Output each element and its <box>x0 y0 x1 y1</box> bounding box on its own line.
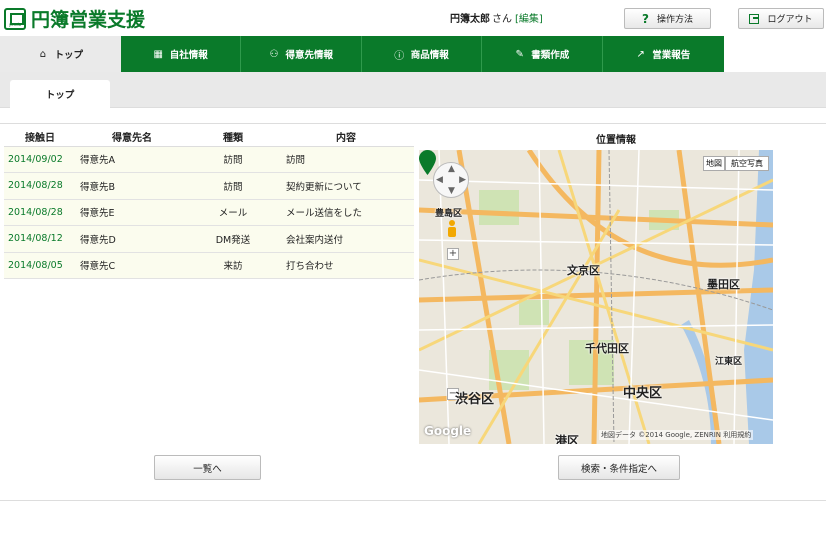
edit-profile-link[interactable]: [編集] <box>515 14 543 25</box>
contact-kind: DM発送 <box>188 225 278 253</box>
nav-item-reports[interactable]: ↗ 営業報告 <box>603 36 724 72</box>
nav-item-company[interactable]: ▦ 自社情報 <box>121 36 241 72</box>
client-name: 得意先E <box>76 199 188 226</box>
map-label-minato: 港区 <box>555 434 580 444</box>
chart-icon: ↗ <box>636 48 645 60</box>
contact-date-link[interactable]: 2014/09/02 <box>4 146 76 173</box>
divider <box>0 500 826 501</box>
contact-date-link[interactable]: 2014/08/28 <box>4 199 76 226</box>
contact-kind: 訪問 <box>188 172 278 200</box>
column-header-date: 接触日 <box>4 128 76 147</box>
tab-bar: トップ <box>0 72 826 108</box>
google-logo: Google <box>424 424 472 438</box>
nav-item-label: トップ <box>54 50 83 61</box>
column-header-content: 内容 <box>278 128 414 147</box>
map-label-chiyoda: 千代田区 <box>585 342 629 355</box>
logout-icon <box>749 13 760 24</box>
list-button[interactable]: 一覧へ <box>154 455 261 480</box>
client-name: 得意先B <box>76 172 188 200</box>
nav-item-products[interactable]: ⓘ 商品情報 <box>362 36 482 72</box>
table-row[interactable]: 2014/08/28 得意先E メール メール送信をした <box>4 199 414 226</box>
client-name: 得意先C <box>76 252 188 279</box>
building-icon: ▦ <box>153 48 163 60</box>
column-header-client: 得意先名 <box>76 128 188 147</box>
main-nav: ⌂ トップ ▦ 自社情報 ⚇ 得意先情報 ⓘ 商品情報 ✎ 書類作成 ↗ 営業報… <box>0 36 724 72</box>
help-button[interactable]: ? 操作方法 <box>624 8 711 29</box>
street-view-pegman-icon[interactable] <box>446 220 458 238</box>
logout-button[interactable]: ログアウト <box>738 8 824 29</box>
pan-left-icon: ◀ <box>436 175 443 185</box>
contact-kind: 訪問 <box>188 146 278 173</box>
search-conditions-button[interactable]: 検索・条件指定へ <box>558 455 680 480</box>
location-title: 位置情報 <box>596 135 636 146</box>
user-info: 円簿太郎 さん [編集] <box>450 10 543 25</box>
nav-item-label: 商品情報 <box>410 50 449 61</box>
contact-date-link[interactable]: 2014/08/28 <box>4 172 76 200</box>
client-name: 得意先D <box>76 225 188 253</box>
nav-item-clients[interactable]: ⚇ 得意先情報 <box>241 36 362 72</box>
map-type-satellite-button[interactable]: 航空写真 <box>725 156 769 171</box>
user-name: 円簿太郎 <box>450 14 490 25</box>
map-label-shibuya: 渋谷区 <box>455 392 495 407</box>
map-label-koto: 江東区 <box>715 357 743 367</box>
zoom-in-button[interactable]: + <box>447 248 459 260</box>
pan-right-icon: ▶ <box>459 175 466 185</box>
map-type-map-button[interactable]: 地図 <box>703 156 725 171</box>
location-marker-icon[interactable] <box>419 150 436 175</box>
app-header: yendo 円簿営業支援 円簿太郎 さん [編集] ? 操作方法 ログアウト <box>0 0 826 36</box>
column-header-kind: 種類 <box>188 128 278 147</box>
help-button-label: 操作方法 <box>656 15 693 25</box>
nav-item-label: 得意先情報 <box>285 50 333 61</box>
nav-item-label: 営業報告 <box>652 50 691 61</box>
contact-kind: メール <box>188 199 278 226</box>
location-map[interactable]: ▲ ▼ ◀ ▶ + − 地図 航空写真 文京区 千代田区 中央区 渋谷区 墨田区… <box>419 150 773 444</box>
table-header-row: 接触日 得意先名 種類 内容 <box>4 128 414 147</box>
pan-down-icon: ▼ <box>448 186 455 196</box>
pan-up-icon: ▲ <box>448 164 455 174</box>
divider <box>0 123 826 124</box>
nav-item-label: 自社情報 <box>169 50 208 61</box>
user-suffix: さん <box>492 14 512 25</box>
contact-kind: 来訪 <box>188 252 278 279</box>
nav-item-documents[interactable]: ✎ 書類作成 <box>482 36 603 72</box>
map-label-bunkyo: 文京区 <box>567 264 600 277</box>
client-name: 得意先A <box>76 146 188 173</box>
contact-date-link[interactable]: 2014/08/05 <box>4 252 76 279</box>
logo-mark-icon: yendo <box>4 7 26 30</box>
contact-history-table: 接触日 得意先名 種類 内容 2014/09/02 得意先A 訪問 訪問 201… <box>4 128 414 279</box>
contact-content: 訪問 <box>278 146 414 173</box>
nav-item-top[interactable]: ⌂ トップ <box>0 36 121 72</box>
users-icon: ⚇ <box>269 48 279 60</box>
pencil-icon: ✎ <box>515 48 524 60</box>
map-credit[interactable]: 地図データ ©2014 Google, ZENRIN 利用規約 <box>599 430 754 440</box>
logout-button-label: ログアウト <box>767 15 813 25</box>
app-title: 円簿営業支援 <box>31 9 146 31</box>
table-row[interactable]: 2014/08/12 得意先D DM発送 会社案内送付 <box>4 225 414 253</box>
tab-top[interactable]: トップ <box>10 80 110 108</box>
map-pan-control[interactable]: ▲ ▼ ◀ ▶ <box>433 162 469 198</box>
map-label-sumida: 墨田区 <box>707 278 740 291</box>
home-icon: ⌂ <box>39 48 47 60</box>
table-row[interactable]: 2014/08/28 得意先B 訪問 契約更新について <box>4 172 414 200</box>
info-icon: ⓘ <box>394 50 405 62</box>
nav-item-label: 書類作成 <box>531 50 570 61</box>
map-label-chuo: 中央区 <box>623 386 663 401</box>
contact-content: メール送信をした <box>278 199 414 226</box>
table-row[interactable]: 2014/09/02 得意先A 訪問 訪問 <box>4 146 414 173</box>
question-icon: ? <box>642 11 649 26</box>
contact-content: 打ち合わせ <box>278 252 414 279</box>
contact-content: 会社案内送付 <box>278 225 414 253</box>
table-row[interactable]: 2014/08/05 得意先C 来訪 打ち合わせ <box>4 252 414 279</box>
map-label-toshima: 豊島区 <box>435 209 463 219</box>
app-logo[interactable]: yendo 円簿営業支援 <box>4 5 145 32</box>
contact-date-link[interactable]: 2014/08/12 <box>4 225 76 253</box>
contact-content: 契約更新について <box>278 172 414 200</box>
